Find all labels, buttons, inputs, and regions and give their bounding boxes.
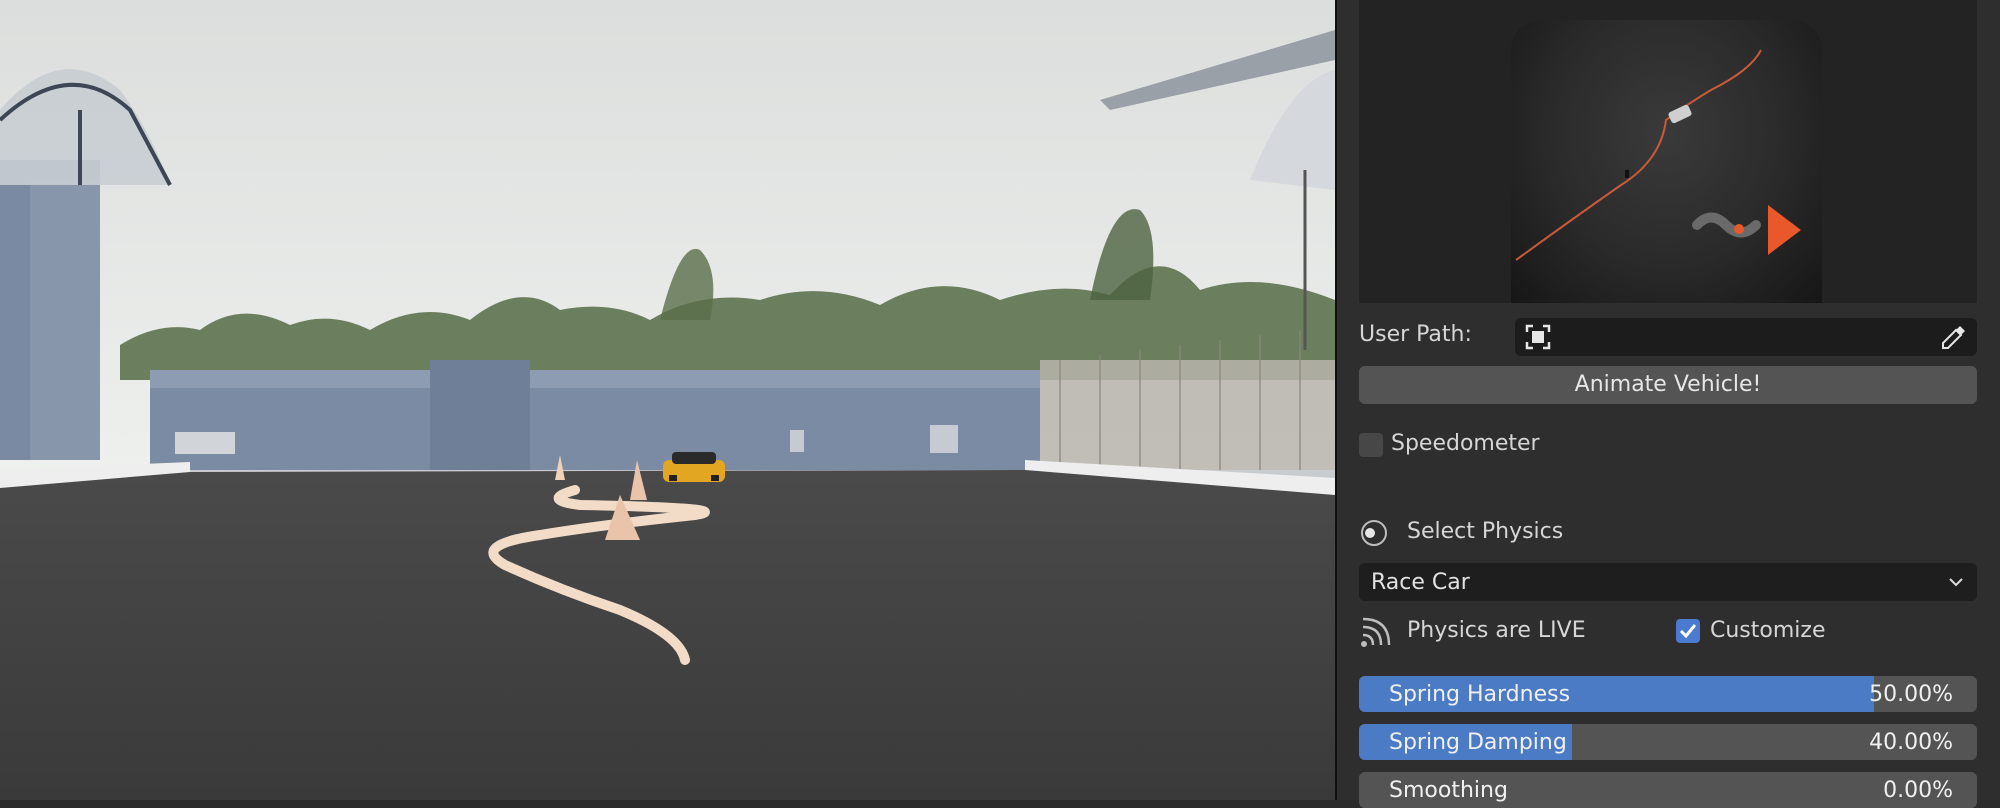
checkmark-icon [1679, 624, 1697, 639]
speedometer-label: Speedometer [1391, 431, 1540, 456]
3d-viewport[interactable] [0, 0, 1335, 800]
slider-value: 40.00% [1869, 730, 1953, 755]
spring-damping-slider[interactable]: Spring Damping 40.00% [1359, 724, 1977, 760]
slider-value: 50.00% [1869, 682, 1953, 707]
slider-label: Smoothing [1389, 778, 1508, 803]
select-physics-label: Select Physics [1407, 519, 1564, 544]
signal-arcs-icon [1361, 617, 1391, 647]
physics-live-label: Physics are LIVE [1407, 618, 1586, 643]
user-path-field[interactable] [1515, 318, 1977, 356]
physics-preset-dropdown[interactable]: Race Car [1359, 563, 1977, 601]
slider-value: 0.00% [1883, 778, 1953, 803]
customize-label: Customize [1710, 618, 1826, 643]
preview-render [1511, 20, 1822, 303]
slider-label: Spring Hardness [1389, 682, 1571, 707]
smoothing-slider[interactable]: Smoothing 0.00% [1359, 772, 1977, 808]
chevron-down-icon [1949, 578, 1963, 587]
addon-preview-image [1359, 0, 1977, 303]
physics-selected-value: Race Car [1371, 570, 1470, 595]
slider-label: Spring Damping [1389, 730, 1567, 755]
animate-vehicle-button[interactable]: Animate Vehicle! [1359, 366, 1977, 404]
square-select-icon[interactable] [1525, 324, 1551, 350]
spring-hardness-slider[interactable]: Spring Hardness 50.00% [1359, 676, 1977, 712]
eyedropper-icon[interactable] [1939, 322, 1969, 352]
play-logo-icon [1692, 205, 1801, 255]
customize-checkbox[interactable] [1676, 619, 1700, 643]
properties-panel: User Path: Animate Vehicle! Speedometer … [1337, 0, 2000, 808]
speedometer-checkbox[interactable] [1359, 433, 1383, 457]
race-track-scene [0, 0, 1335, 800]
radio-target-icon [1361, 520, 1387, 546]
user-path-label: User Path: [1359, 322, 1472, 347]
